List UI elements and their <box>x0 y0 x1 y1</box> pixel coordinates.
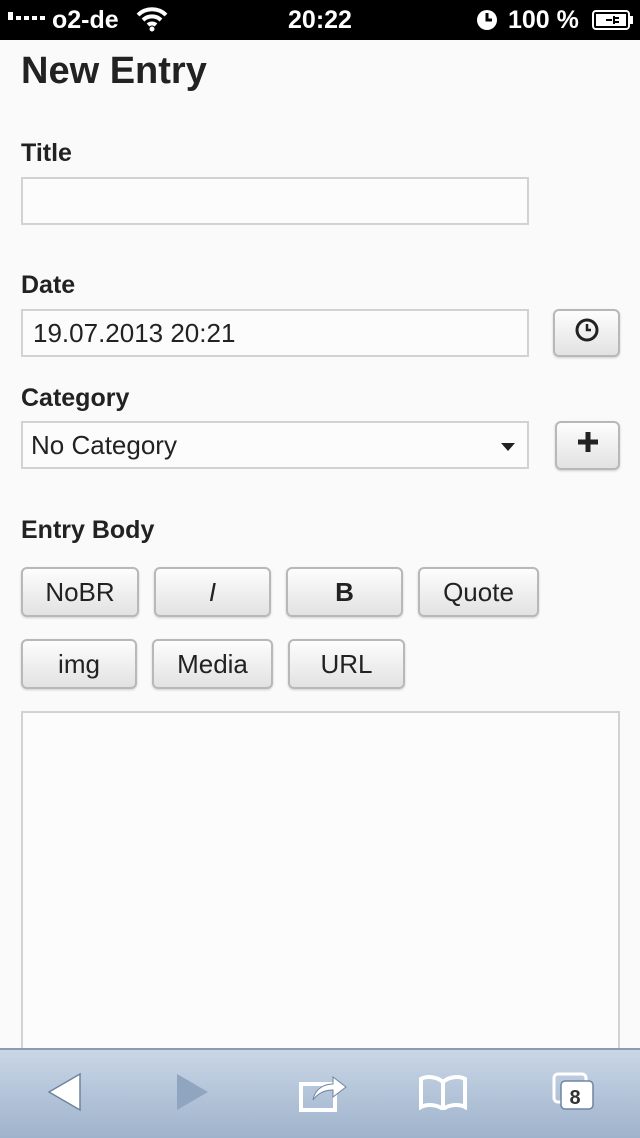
forward-icon <box>174 1072 210 1117</box>
date-picker-button[interactable] <box>553 309 620 357</box>
date-label: Date <box>21 271 76 299</box>
battery-icon <box>592 10 634 35</box>
italic-button[interactable]: I <box>154 567 271 617</box>
status-bar: o2-de 20:22 100 % <box>0 0 640 40</box>
img-button[interactable]: img <box>21 639 137 689</box>
share-button[interactable] <box>274 1050 374 1138</box>
battery-percentage: 100 % <box>508 6 579 34</box>
browser-toolbar <box>0 1048 640 1138</box>
clock-icon <box>574 317 600 350</box>
plus-icon <box>576 430 600 461</box>
url-button[interactable]: URL <box>288 639 405 689</box>
media-button[interactable]: Media <box>152 639 273 689</box>
page-title: New Entry <box>21 50 207 92</box>
back-button[interactable] <box>15 1050 115 1138</box>
rotation-lock-icon <box>476 9 498 36</box>
bold-button[interactable]: B <box>286 567 403 617</box>
back-icon <box>47 1072 83 1117</box>
chevron-down-icon <box>501 443 515 451</box>
category-label: Category <box>21 384 130 412</box>
title-input[interactable] <box>21 177 529 225</box>
category-selected-value: No Category <box>31 430 177 460</box>
quote-button[interactable]: Quote <box>418 567 539 617</box>
bookmarks-icon <box>418 1074 468 1115</box>
date-input[interactable] <box>21 309 529 357</box>
forward-button[interactable] <box>142 1050 242 1138</box>
entry-body-textarea[interactable] <box>21 711 620 1071</box>
title-label: Title <box>21 139 72 167</box>
bookmarks-button[interactable] <box>393 1050 493 1138</box>
category-select[interactable]: No Category <box>21 421 529 469</box>
share-icon <box>299 1072 349 1117</box>
entry-body-label: Entry Body <box>21 516 155 544</box>
tab-count-badge: 8 <box>569 1087 581 1109</box>
add-category-button[interactable] <box>555 421 620 470</box>
nobr-button[interactable]: NoBR <box>21 567 139 617</box>
